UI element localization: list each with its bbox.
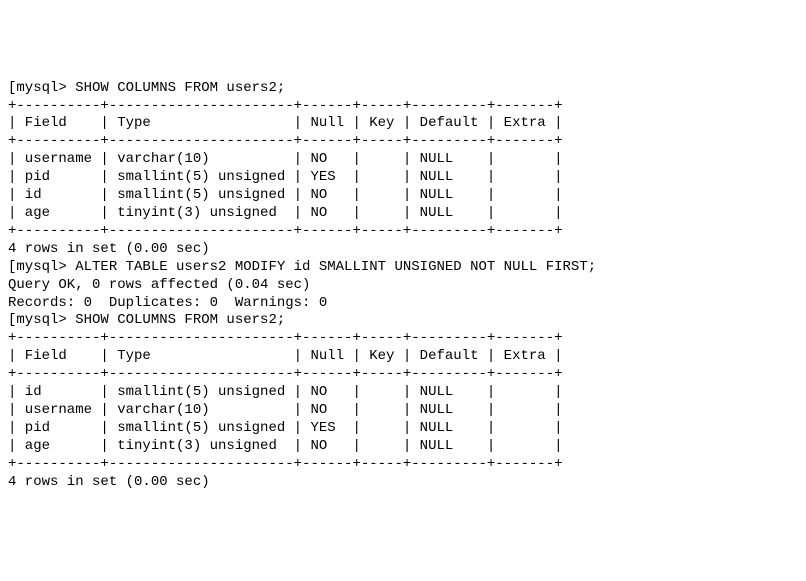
table2-header: | Field | Type | Null | Key | Default | …	[8, 348, 798, 366]
table2-sep: +----------+----------------------+-----…	[8, 366, 798, 384]
cmd2-result: Records: 0 Duplicates: 0 Warnings: 0	[8, 295, 798, 313]
table2-row: | username | varchar(10) | NO | | NULL |…	[8, 402, 798, 420]
table1-row: | id | smallint(5) unsigned | NO | | NUL…	[8, 187, 798, 205]
table2-sep: +----------+----------------------+-----…	[8, 330, 798, 348]
table1-footer: 4 rows in set (0.00 sec)	[8, 241, 798, 259]
table1-sep: +----------+----------------------+-----…	[8, 133, 798, 151]
table1-row: | username | varchar(10) | NO | | NULL |…	[8, 151, 798, 169]
table1-row: | pid | smallint(5) unsigned | YES | | N…	[8, 169, 798, 187]
table1-header: | Field | Type | Null | Key | Default | …	[8, 115, 798, 133]
prompt-line-1[interactable]: [mysql> SHOW COLUMNS FROM users2;	[8, 80, 798, 98]
table1-sep: +----------+----------------------+-----…	[8, 98, 798, 116]
prompt-line-3[interactable]: [mysql> SHOW COLUMNS FROM users2;	[8, 312, 798, 330]
prompt-line-2[interactable]: [mysql> ALTER TABLE users2 MODIFY id SMA…	[8, 259, 798, 277]
table1-row: | age | tinyint(3) unsigned | NO | | NUL…	[8, 205, 798, 223]
mysql-terminal[interactable]: [mysql> SHOW COLUMNS FROM users2;+------…	[8, 80, 798, 492]
table2-row: | age | tinyint(3) unsigned | NO | | NUL…	[8, 438, 798, 456]
cmd2-result: Query OK, 0 rows affected (0.04 sec)	[8, 277, 798, 295]
table2-row: | pid | smallint(5) unsigned | YES | | N…	[8, 420, 798, 438]
table2-row: | id | smallint(5) unsigned | NO | | NUL…	[8, 384, 798, 402]
table2-footer: 4 rows in set (0.00 sec)	[8, 474, 798, 492]
table2-sep: +----------+----------------------+-----…	[8, 456, 798, 474]
table1-sep: +----------+----------------------+-----…	[8, 223, 798, 241]
